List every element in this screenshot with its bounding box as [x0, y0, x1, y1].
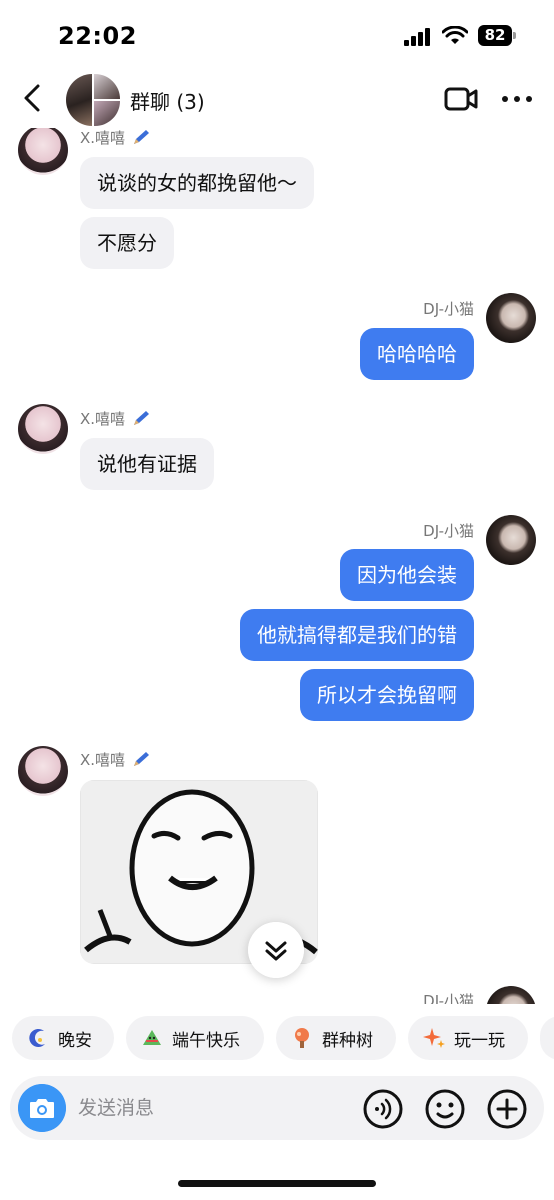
message-input-bar: 发送消息 [10, 1076, 544, 1140]
battery-icon: 82 [478, 25, 516, 46]
home-indicator[interactable] [178, 1180, 376, 1187]
emoji-icon[interactable] [424, 1088, 466, 1130]
status-time: 22:02 [58, 22, 137, 50]
message-bubble[interactable]: 不愿分 [80, 217, 174, 269]
chip-label: 群种树 [322, 1030, 373, 1051]
tree-icon [295, 1028, 309, 1048]
sender-name: X.嘻嘻 [80, 128, 151, 148]
sender-name-text: X.嘻嘻 [80, 129, 126, 147]
chip-play[interactable]: 玩一玩 [408, 1016, 528, 1060]
message-input[interactable]: 发送消息 [78, 1076, 154, 1140]
sender-avatar[interactable] [486, 986, 536, 1004]
chip-goodnight[interactable]: 晚安 [12, 1016, 114, 1060]
message-bubble[interactable]: 因为他会装 [340, 549, 474, 601]
chip-label: 端午快乐 [172, 1030, 240, 1051]
pen-icon [134, 752, 150, 766]
sender-name: DJ-小猫 [423, 300, 474, 318]
sparkle-icon [423, 1028, 445, 1048]
message-bubble[interactable]: 他就搞得都是我们的错 [240, 609, 474, 661]
chat-header: 群聊 (3) [0, 72, 554, 128]
more-dots-icon[interactable] [502, 96, 532, 102]
voice-icon[interactable] [362, 1088, 404, 1130]
sender-name: X.嘻嘻 [80, 749, 151, 770]
chip-dragon-boat[interactable]: 端午快乐 [126, 1016, 264, 1060]
message-bubble[interactable]: 说谈的女的都挽留他～ [80, 157, 314, 209]
sender-name: DJ-小猫 [423, 992, 474, 1004]
sender-avatar[interactable] [18, 746, 68, 796]
status-bar: 22:02 82 [0, 0, 554, 72]
pen-icon [134, 130, 150, 144]
sender-name: DJ-小猫 [423, 522, 474, 540]
message-bubble[interactable]: 所以才会挽留啊 [300, 669, 474, 721]
group-avatar[interactable] [66, 74, 120, 126]
battery-level: 82 [484, 26, 506, 44]
sender-name-text: X.嘻嘻 [80, 751, 126, 769]
sender-avatar[interactable] [18, 128, 68, 175]
chip-group-tree[interactable]: 群种树 [276, 1016, 396, 1060]
sender-avatar[interactable] [486, 515, 536, 565]
chevron-left-icon[interactable] [18, 82, 50, 114]
video-camera-icon[interactable] [444, 86, 478, 112]
chip-label: 晚安 [58, 1030, 92, 1051]
cellular-signal-icon [404, 28, 434, 46]
quick-actions-bar: 晚安 端午快乐 群种树 玩一玩 [0, 1016, 554, 1062]
camera-icon[interactable] [18, 1084, 66, 1132]
pen-icon [134, 411, 150, 425]
chip-label: 玩一玩 [454, 1030, 505, 1051]
wifi-icon [442, 26, 468, 44]
message-list[interactable]: X.嘻嘻 说谈的女的都挽留他～ 不愿分 DJ-小猫 哈哈哈哈 X.嘻嘻 说他有证… [0, 128, 554, 1004]
sender-name-text: X.嘻嘻 [80, 410, 126, 428]
chip-more[interactable] [540, 1016, 554, 1060]
plus-icon[interactable] [486, 1088, 528, 1130]
zongzi-icon [143, 1030, 161, 1045]
moon-icon [29, 1028, 45, 1047]
sender-avatar[interactable] [486, 293, 536, 343]
message-bubble[interactable]: 哈哈哈哈 [360, 328, 474, 380]
sender-avatar[interactable] [18, 404, 68, 454]
chat-title[interactable]: 群聊 (3) [130, 86, 205, 115]
scroll-to-bottom-button[interactable] [248, 922, 304, 978]
message-bubble[interactable]: 说他有证据 [80, 438, 214, 490]
sender-name: X.嘻嘻 [80, 408, 151, 429]
